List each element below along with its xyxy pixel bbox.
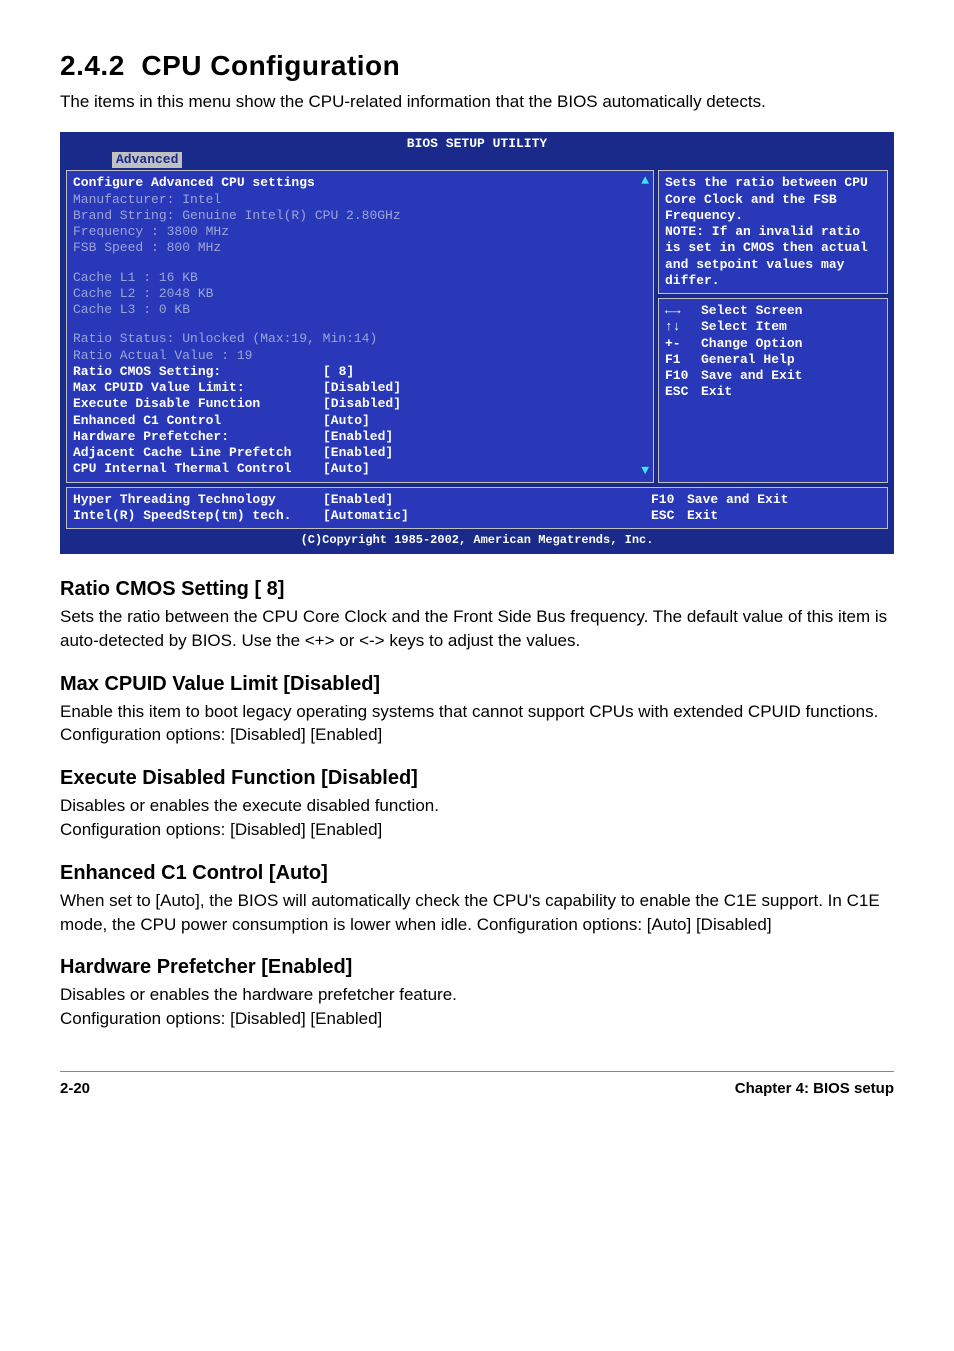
bios-item-label: Intel(R) SpeedStep(tm) tech. xyxy=(73,508,323,524)
bios-left-heading: Configure Advanced CPU settings xyxy=(73,175,647,191)
cache-l3: Cache L3 : 0 KB xyxy=(73,302,647,318)
nav-row: ESCExit xyxy=(665,384,881,400)
bios-tab-row: Advanced xyxy=(62,152,892,170)
cpu-frequency: Frequency : 3800 MHz xyxy=(73,224,647,240)
bios-item-value: [Disabled] xyxy=(323,380,401,396)
page-number: 2-20 xyxy=(60,1080,90,1097)
bios-item-value: [Automatic] xyxy=(323,508,409,524)
bios-item-label: Hyper Threading Technology xyxy=(73,492,323,508)
ratio-status: Ratio Status: Unlocked (Max:19, Min:14) xyxy=(73,331,647,347)
bios-item-value: [ 8] xyxy=(323,364,354,380)
bios-screenshot: BIOS SETUP UTILITY Advanced ▲ Configure … xyxy=(60,132,894,554)
nav-key: ←→ xyxy=(665,303,701,319)
bios-item-label: Max CPUID Value Limit: xyxy=(73,380,323,396)
bios-item-adj-cache-prefetch[interactable]: Adjacent Cache Line Prefetch [Enabled] xyxy=(73,445,647,461)
cpu-brand: Brand String: Genuine Intel(R) CPU 2.80G… xyxy=(73,208,647,224)
nav-key: ESC xyxy=(665,384,701,400)
setting-heading: Max CPUID Value Limit [Disabled] xyxy=(60,673,894,696)
nav-key: F10 xyxy=(665,368,701,384)
bios-item-speedstep[interactable]: Intel(R) SpeedStep(tm) tech. [Automatic] xyxy=(73,508,651,524)
setting-body: Sets the ratio between the CPU Core Cloc… xyxy=(60,605,894,653)
nav-desc: Exit xyxy=(701,384,732,399)
bios-item-label: Execute Disable Function xyxy=(73,396,323,412)
bios-item-label: Hardware Prefetcher: xyxy=(73,429,323,445)
setting-heading: Enhanced C1 Control [Auto] xyxy=(60,862,894,885)
bios-item-value: [Auto] xyxy=(323,413,370,429)
bios-item-value: [Auto] xyxy=(323,461,370,477)
bios-help-panel: Sets the ratio between CPU Core Clock an… xyxy=(658,170,888,294)
nav-desc: Select Item xyxy=(701,319,787,334)
nav-row: F10Save and Exit xyxy=(665,368,881,384)
scroll-down-icon[interactable]: ▼ xyxy=(641,463,649,479)
nav-row: ↑↓Select Item xyxy=(665,319,881,335)
bios-item-hw-prefetcher[interactable]: Hardware Prefetcher: [Enabled] xyxy=(73,429,647,445)
section-heading: 2.4.2 CPU Configuration xyxy=(60,50,894,82)
setting-heading: Execute Disabled Function [Disabled] xyxy=(60,767,894,790)
bios-copyright: (C)Copyright 1985-2002, American Megatre… xyxy=(62,531,892,552)
setting-heading: Ratio CMOS Setting [ 8] xyxy=(60,578,894,601)
ratio-actual: Ratio Actual Value : 19 xyxy=(73,348,647,364)
nav-desc: Save and Exit xyxy=(701,368,802,383)
nav-key: +- xyxy=(665,336,701,352)
bios-overflow-panel: Hyper Threading Technology [Enabled] Int… xyxy=(66,487,888,530)
nav-desc: Select Screen xyxy=(701,303,802,318)
bios-nav-panel: ←→Select Screen ↑↓Select Item +-Change O… xyxy=(658,298,888,483)
bios-item-thermal-control[interactable]: CPU Internal Thermal Control [Auto] xyxy=(73,461,647,477)
bios-item-max-cpuid[interactable]: Max CPUID Value Limit: [Disabled] xyxy=(73,380,647,396)
nav-row: +-Change Option xyxy=(665,336,881,352)
nav-row: ←→Select Screen xyxy=(665,303,881,319)
bios-title: BIOS SETUP UTILITY xyxy=(62,134,892,152)
nav-desc: Exit xyxy=(687,508,718,523)
chapter-label: Chapter 4: BIOS setup xyxy=(735,1080,894,1097)
nav-key: ↑↓ xyxy=(665,319,701,335)
bios-item-label: Ratio CMOS Setting: xyxy=(73,364,323,380)
bios-item-label: Adjacent Cache Line Prefetch xyxy=(73,445,323,461)
setting-heading: Hardware Prefetcher [Enabled] xyxy=(60,956,894,979)
section-intro: The items in this menu show the CPU-rela… xyxy=(60,90,894,114)
bios-item-execute-disable[interactable]: Execute Disable Function [Disabled] xyxy=(73,396,647,412)
bios-item-value: [Enabled] xyxy=(323,492,393,508)
setting-body: Disables or enables the execute disabled… xyxy=(60,794,894,842)
bios-left-panel: ▲ Configure Advanced CPU settings Manufa… xyxy=(66,170,654,482)
bios-tab-advanced[interactable]: Advanced xyxy=(112,152,182,168)
nav-key: F1 xyxy=(665,352,701,368)
cache-l2: Cache L2 : 2048 KB xyxy=(73,286,647,302)
bios-item-label: CPU Internal Thermal Control xyxy=(73,461,323,477)
scroll-up-icon[interactable]: ▲ xyxy=(641,173,649,189)
cpu-fsb: FSB Speed : 800 MHz xyxy=(73,240,647,256)
nav-desc: Save and Exit xyxy=(687,492,788,507)
setting-body: Enable this item to boot legacy operatin… xyxy=(60,700,894,748)
bios-item-value: [Disabled] xyxy=(323,396,401,412)
nav-desc: Change Option xyxy=(701,336,802,351)
setting-body: When set to [Auto], the BIOS will automa… xyxy=(60,889,894,937)
bios-item-hyperthreading[interactable]: Hyper Threading Technology [Enabled] xyxy=(73,492,651,508)
bios-item-value: [Enabled] xyxy=(323,429,393,445)
bios-item-enhanced-c1[interactable]: Enhanced C1 Control [Auto] xyxy=(73,413,647,429)
section-number: 2.4.2 xyxy=(60,50,125,81)
bios-item-value: [Enabled] xyxy=(323,445,393,461)
setting-body: Disables or enables the hardware prefetc… xyxy=(60,983,894,1031)
nav-row: ESCExit xyxy=(651,508,881,524)
section-title: CPU Configuration xyxy=(141,50,400,81)
nav-key: F10 xyxy=(651,492,687,508)
nav-row: F10Save and Exit xyxy=(651,492,881,508)
cpu-manufacturer: Manufacturer: Intel xyxy=(73,192,647,208)
cache-l1: Cache L1 : 16 KB xyxy=(73,270,647,286)
bios-item-ratio-cmos[interactable]: Ratio CMOS Setting: [ 8] xyxy=(73,364,647,380)
nav-row: F1General Help xyxy=(665,352,881,368)
page-footer: 2-20 Chapter 4: BIOS setup xyxy=(60,1071,894,1137)
nav-key: ESC xyxy=(651,508,687,524)
bios-item-label: Enhanced C1 Control xyxy=(73,413,323,429)
nav-desc: General Help xyxy=(701,352,795,367)
